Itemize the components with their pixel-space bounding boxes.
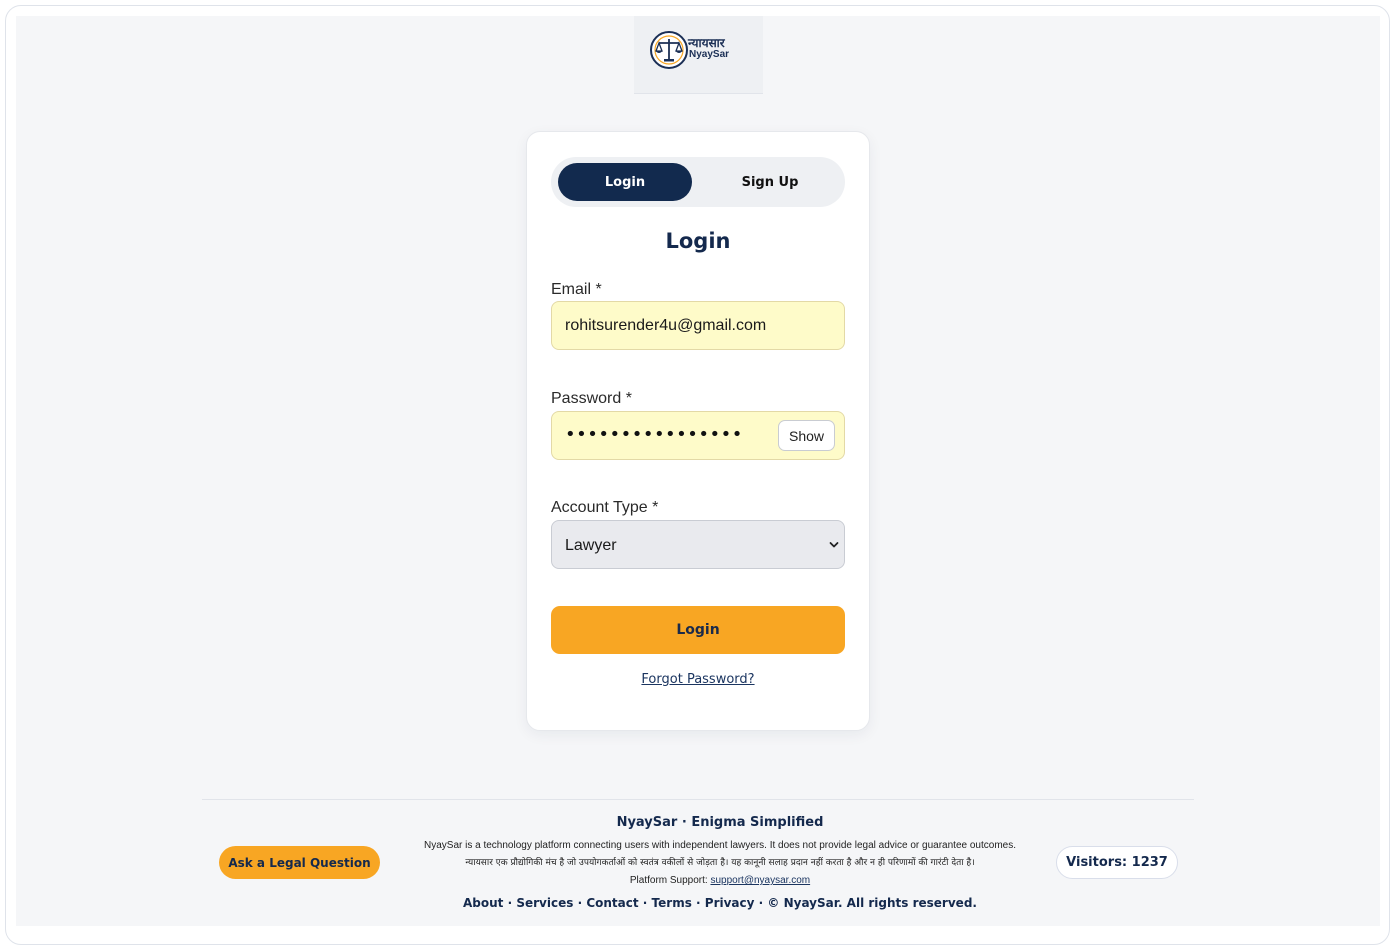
footer-link-services[interactable]: Services: [516, 896, 573, 910]
form-title: Login: [665, 229, 731, 253]
copyright: © NyaySar. All rights reserved.: [767, 896, 977, 910]
footer-link-terms[interactable]: Terms: [652, 896, 692, 910]
footer-separator: ·: [696, 896, 701, 910]
footer-links: About · Services · Contact · Terms · Pri…: [380, 896, 1060, 910]
footer-separator: ·: [758, 896, 764, 910]
chevron-down-icon: [829, 542, 839, 548]
ask-legal-question-button[interactable]: Ask a Legal Question: [219, 846, 380, 879]
tab-signup[interactable]: Sign Up: [703, 163, 837, 201]
password-mask: ••••••••••••••••: [565, 424, 743, 445]
disclaimer-hindi: न्यायसार एक प्रौद्योगिकी मंच है जो उपयोग…: [465, 858, 975, 868]
scales-of-justice-icon: [650, 31, 688, 69]
logo-text-english: NyaySar: [689, 49, 730, 60]
account-type-label: Account Type *: [551, 499, 659, 516]
auth-tabs: Login Sign Up: [551, 157, 845, 207]
visitor-counter: Visitors: 1237: [1056, 846, 1178, 879]
footer-link-privacy[interactable]: Privacy: [705, 896, 755, 910]
account-type-value: Lawyer: [565, 537, 617, 554]
password-label: Password *: [551, 390, 632, 407]
support-prefix: Platform Support:: [629, 875, 708, 886]
email-field[interactable]: rohitsurender4u@gmail.com: [551, 301, 845, 350]
forgot-password-link[interactable]: Forgot Password?: [526, 672, 870, 687]
email-label: Email *: [551, 281, 602, 298]
footer-separator: ·: [642, 896, 648, 910]
support-email-link[interactable]: support@nyaysar.com: [710, 875, 810, 886]
tab-login[interactable]: Login: [558, 163, 692, 201]
disclaimer-english: NyaySar is a technology platform connect…: [423, 840, 1016, 851]
show-password-button[interactable]: Show: [778, 420, 835, 451]
footer-separator: ·: [507, 896, 513, 910]
email-value: rohitsurender4u@gmail.com: [565, 317, 767, 334]
password-field[interactable]: •••••••••••••••• Show: [551, 411, 845, 460]
account-type-select[interactable]: Lawyer: [551, 520, 845, 569]
footer-link-about[interactable]: About: [463, 896, 503, 910]
footer-separator: ·: [577, 896, 583, 910]
footer-brand: NyaySar · Enigma Simplified: [616, 815, 824, 830]
platform-support: Platform Support: support@nyaysar.com: [390, 875, 1050, 886]
footer-link-contact[interactable]: Contact: [586, 896, 638, 910]
login-submit-button[interactable]: Login: [551, 606, 845, 654]
